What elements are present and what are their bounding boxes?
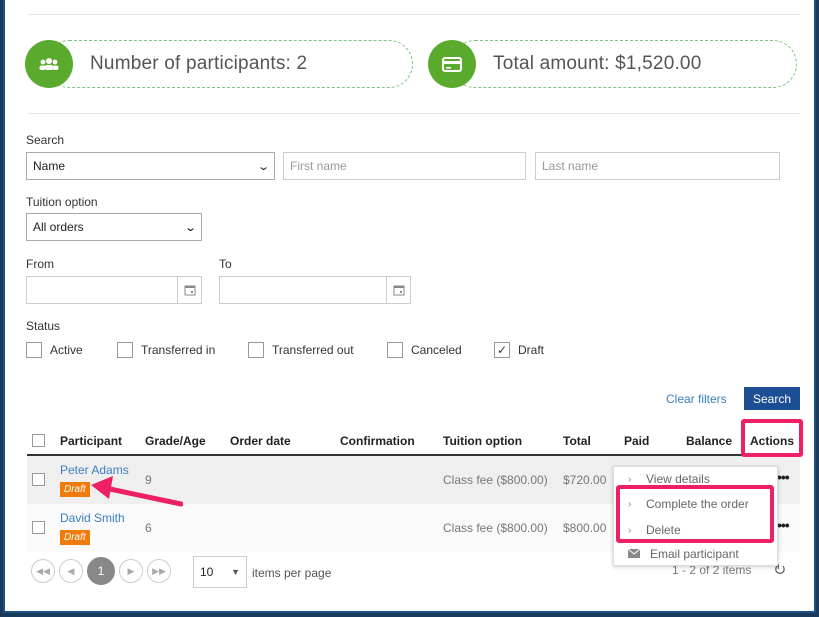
page-1-button[interactable]: 1 [87, 557, 115, 585]
search-button[interactable]: Search [744, 387, 800, 410]
caret-down-icon: ▼ [231, 567, 240, 577]
participant-name-link[interactable]: Peter Adams [60, 463, 129, 477]
participants-stat-card: Number of participants: 2 [45, 40, 413, 88]
to-label: To [219, 257, 232, 271]
total-amount-text: Total amount: $1,520.00 [493, 53, 702, 74]
menu-item-label: Email participant [650, 547, 739, 561]
status-transferred-in-label: Transferred in [141, 343, 216, 357]
menu-highlight-box [616, 485, 774, 543]
first-name-input[interactable]: First name [283, 152, 526, 180]
tuition-option-select[interactable]: All orders ⌄ [26, 213, 202, 241]
column-header-grade[interactable]: Grade/Age [145, 434, 206, 448]
last-page-button[interactable]: ▶▶ [147, 559, 171, 583]
page-size-select[interactable]: 10 ▼ [193, 556, 247, 588]
status-canceled-label: Canceled [411, 343, 462, 357]
row-checkbox[interactable] [32, 521, 45, 534]
status-transferred-out-label: Transferred out [272, 343, 354, 357]
status-label: Status [26, 319, 61, 333]
clear-filters-link[interactable]: Clear filters [666, 392, 727, 406]
menu-item-email-participant[interactable]: Email participant [627, 547, 739, 561]
from-date-input[interactable] [26, 276, 202, 304]
calendar-icon[interactable] [386, 277, 410, 303]
search-by-value: Name [33, 159, 66, 173]
more-actions-icon[interactable]: ••• [777, 469, 790, 485]
actions-highlight-box [741, 419, 803, 457]
page-size-value: 10 [200, 565, 214, 579]
first-page-button[interactable]: ◀◀ [31, 559, 55, 583]
prev-page-button[interactable]: ◀ [59, 559, 83, 583]
status-draft-label: Draft [518, 343, 545, 357]
last-name-input[interactable]: Last name [535, 152, 780, 180]
column-header-balance[interactable]: Balance [686, 434, 732, 448]
tuition-cell: Class fee ($800.00) [443, 521, 548, 535]
status-transferred-out-checkbox[interactable] [248, 342, 264, 358]
checkmark-icon: ✓ [496, 343, 508, 357]
menu-item-label: View details [646, 472, 710, 486]
total-amount-stat-card: Total amount: $1,520.00 [451, 40, 797, 88]
credit-card-icon [428, 40, 476, 88]
grade-cell: 6 [145, 521, 152, 535]
status-transferred-in-checkbox[interactable] [117, 342, 133, 358]
participants-count-text: Number of participants: 2 [90, 53, 308, 74]
main-panel: Number of participants: 2 Total amount: … [3, 0, 816, 613]
column-header-participant[interactable]: Participant [60, 434, 122, 448]
total-cell: $720.00 [563, 473, 607, 487]
search-label: Search [26, 133, 65, 147]
tuition-cell: Class fee ($800.00) [443, 473, 548, 487]
status-active-label: Active [50, 343, 83, 357]
menu-item-view-details[interactable]: › View details [628, 472, 710, 486]
total-cell: $800.00 [563, 521, 607, 535]
tuition-option-value: All orders [33, 220, 84, 234]
row-checkbox[interactable] [32, 473, 45, 486]
draft-badge: Draft [60, 482, 90, 497]
column-header-total[interactable]: Total [563, 434, 591, 448]
participants-icon [25, 40, 73, 88]
divider [27, 113, 800, 114]
chevron-right-icon: › [628, 473, 632, 485]
status-active-checkbox[interactable] [26, 342, 42, 358]
select-all-checkbox[interactable] [32, 434, 45, 447]
chevron-down-icon: ⌄ [256, 160, 270, 173]
next-page-button[interactable]: ▶ [119, 559, 143, 583]
column-header-order-date[interactable]: Order date [230, 434, 291, 448]
tuition-option-label: Tuition option [26, 195, 98, 209]
envelope-icon [627, 547, 641, 561]
divider [27, 14, 800, 15]
annotation-arrow-icon [91, 476, 183, 507]
to-date-input[interactable] [219, 276, 411, 304]
status-draft-checkbox[interactable]: ✓ [494, 342, 510, 358]
items-per-page-label: items per page [252, 566, 332, 580]
column-header-confirmation[interactable]: Confirmation [340, 434, 415, 448]
from-label: From [26, 257, 54, 271]
search-by-select[interactable]: Name ⌄ [26, 152, 275, 180]
status-canceled-checkbox[interactable] [387, 342, 403, 358]
column-header-paid[interactable]: Paid [624, 434, 649, 448]
calendar-icon[interactable] [177, 277, 201, 303]
chevron-down-icon: ⌄ [183, 221, 197, 234]
draft-badge: Draft [60, 530, 90, 545]
more-actions-icon[interactable]: ••• [777, 517, 790, 533]
participant-name-link[interactable]: David Smith [60, 511, 125, 525]
column-header-tuition-option[interactable]: Tuition option [443, 434, 522, 448]
